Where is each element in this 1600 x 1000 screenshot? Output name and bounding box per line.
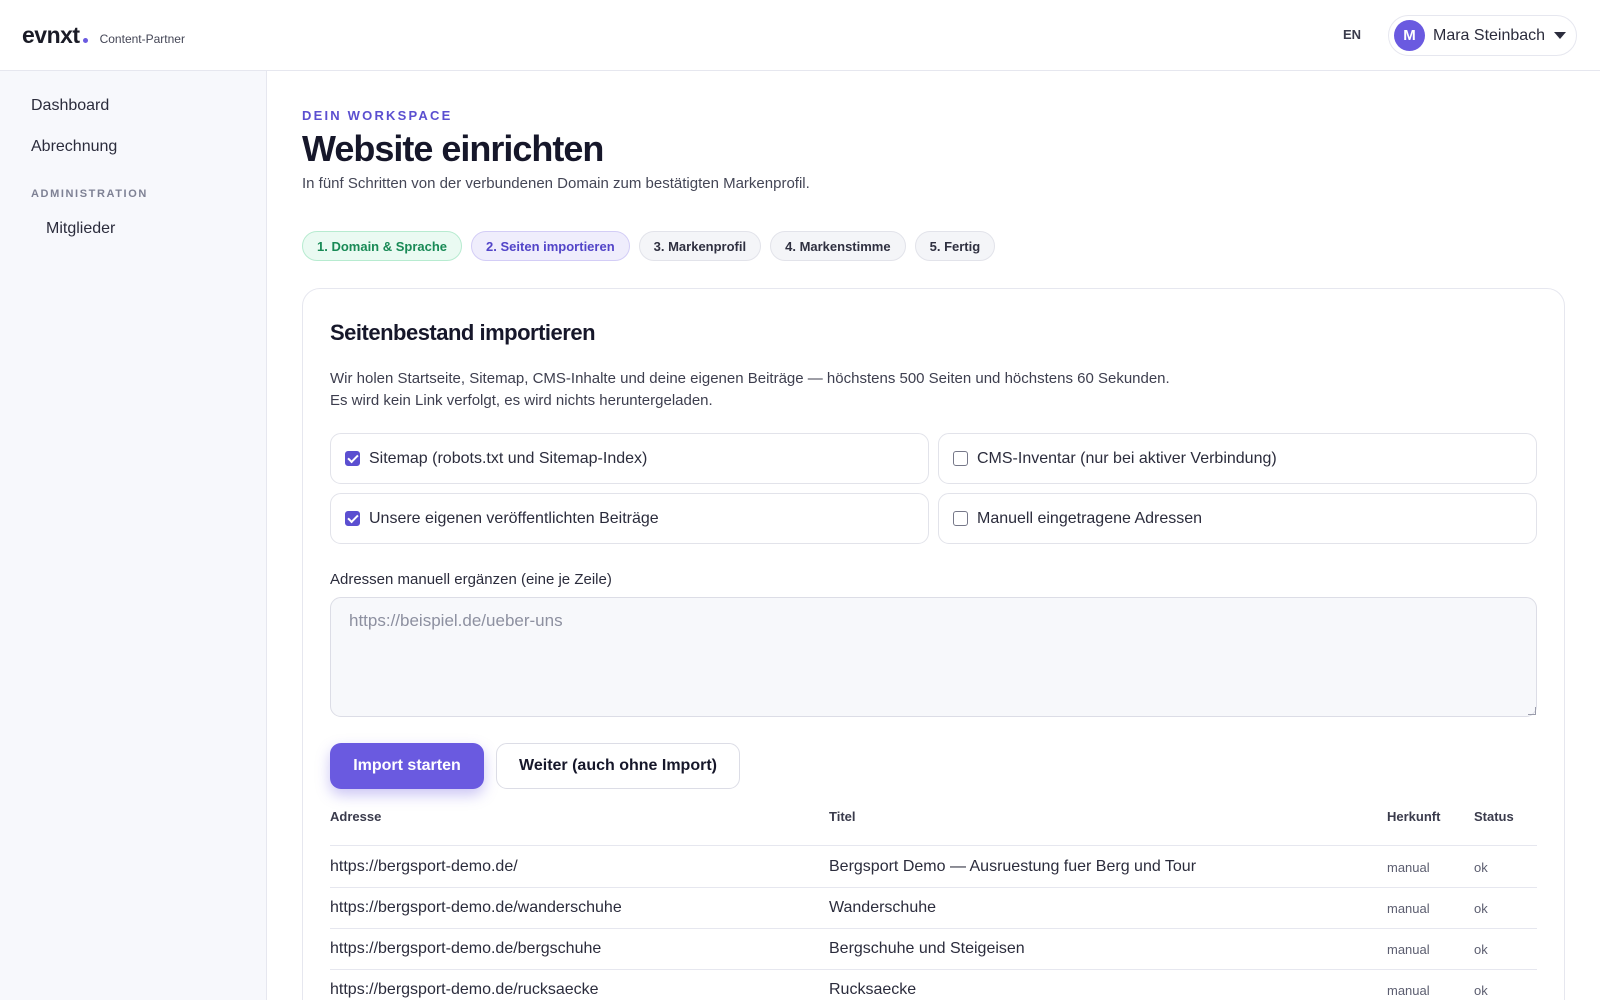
cell-origin: manual <box>1387 942 1430 957</box>
sidebar-section-administration: ADMINISTRATION <box>31 188 148 200</box>
cell-title: Rucksaecke <box>829 981 917 998</box>
option-manuelle-adressen[interactable]: Manuell eingetragene Adressen <box>938 493 1537 544</box>
column-header-status[interactable]: Status <box>1474 809 1514 824</box>
option-label: CMS-Inventar (nur bei aktiver Verbindung… <box>977 449 1277 467</box>
option-label: Sitemap (robots.txt und Sitemap-Index) <box>369 449 648 467</box>
table-row[interactable]: https://bergsport-demo.de/ Bergsport Dem… <box>330 847 1537 888</box>
manual-addresses-input[interactable] <box>330 597 1537 717</box>
table-row[interactable]: https://bergsport-demo.de/bergschuhe Ber… <box>330 929 1537 970</box>
caret-down-icon <box>1554 32 1566 39</box>
cell-title: Bergschuhe und Steigeisen <box>829 940 1025 957</box>
sidebar-item-mitglieder[interactable]: Mitglieder <box>46 220 115 238</box>
logo[interactable]: evnxt Content-Partner <box>22 22 185 49</box>
card-title: Seitenbestand importieren <box>330 320 596 345</box>
page-subtitle: In fünf Schritten von der verbundenen Do… <box>302 175 810 192</box>
step-fertig[interactable]: 5. Fertig <box>914 231 996 261</box>
option-eigene-beitraege[interactable]: Unsere eigenen veröffentlichten Beiträge <box>330 493 929 544</box>
user-name: Mara Steinbach <box>1433 26 1546 44</box>
cell-status: ok <box>1474 901 1488 916</box>
logo-subtitle: Content-Partner <box>99 32 185 46</box>
checkbox-manuelle-adressen[interactable] <box>953 511 968 526</box>
card-description: Wir holen Startseite, Sitemap, CMS-Inhal… <box>330 370 1170 409</box>
cell-address: https://bergsport-demo.de/bergschuhe <box>330 940 602 957</box>
option-cms-inventar[interactable]: CMS-Inventar (nur bei aktiver Verbindung… <box>938 433 1537 484</box>
cell-title: Bergsport Demo — Ausruestung fuer Berg u… <box>829 858 1197 875</box>
sidebar-item-dashboard[interactable]: Dashboard <box>31 97 109 115</box>
language-switch[interactable]: EN <box>1343 27 1361 42</box>
step-markenprofil[interactable]: 3. Markenprofil <box>638 231 762 261</box>
cell-status: ok <box>1474 983 1488 998</box>
column-header-adresse[interactable]: Adresse <box>330 809 381 824</box>
cell-status: ok <box>1474 942 1488 957</box>
option-label: Manuell eingetragene Adressen <box>977 509 1203 527</box>
sidebar-item-abrechnung[interactable]: Abrechnung <box>31 138 117 156</box>
checkbox-eigene-beitraege[interactable] <box>345 511 360 526</box>
cell-origin: manual <box>1387 860 1430 875</box>
table-header: Adresse Titel Herkunft Status <box>330 809 1537 846</box>
cell-title: Wanderschuhe <box>829 899 937 916</box>
column-header-herkunft[interactable]: Herkunft <box>1387 809 1440 824</box>
resize-handle-icon[interactable] <box>1528 707 1536 715</box>
logo-dot <box>82 38 88 43</box>
continue-without-import-button[interactable]: Weiter (auch ohne Import) <box>496 743 740 789</box>
cell-address: https://bergsport-demo.de/ <box>330 858 518 875</box>
sidebar: Dashboard Abrechnung ADMINISTRATION Mitg… <box>0 71 267 1000</box>
checkbox-sitemap[interactable] <box>345 451 360 466</box>
logo-wordmark: evnxt <box>22 22 80 48</box>
table-row[interactable]: https://bergsport-demo.de/wanderschuhe W… <box>330 888 1537 929</box>
step-seiten-importieren[interactable]: 2. Seiten importieren <box>471 231 630 261</box>
top-bar: evnxt Content-Partner EN M Mara Steinbac… <box>0 0 1600 71</box>
checkbox-cms-inventar[interactable] <box>953 451 968 466</box>
column-header-titel[interactable]: Titel <box>829 809 856 824</box>
page-eyebrow: DEIN WORKSPACE <box>302 108 453 123</box>
cell-address: https://bergsport-demo.de/wanderschuhe <box>330 899 622 916</box>
cell-status: ok <box>1474 860 1488 875</box>
step-markenstimme[interactable]: 4. Markenstimme <box>770 231 906 261</box>
main-content: DEIN WORKSPACE Website einrichten In fün… <box>267 71 1600 1000</box>
step-domain-sprache[interactable]: 1. Domain & Sprache <box>302 231 463 261</box>
manual-addresses-label: Adressen manuell ergänzen (eine je Zeile… <box>330 571 612 588</box>
import-card: Seitenbestand importieren Wir holen Star… <box>302 288 1565 1000</box>
cell-origin: manual <box>1387 901 1430 916</box>
cell-address: https://bergsport-demo.de/rucksaecke <box>330 981 599 998</box>
cell-origin: manual <box>1387 983 1430 998</box>
stepper: 1. Domain & Sprache 2. Seiten importiere… <box>302 231 996 261</box>
user-menu[interactable]: M Mara Steinbach <box>1388 15 1577 56</box>
table-row[interactable]: https://bergsport-demo.de/rucksaecke Ruc… <box>330 970 1537 1000</box>
option-label: Unsere eigenen veröffentlichten Beiträge <box>369 509 659 527</box>
start-import-button[interactable]: Import starten <box>330 743 484 789</box>
page-title: Website einrichten <box>302 128 604 169</box>
avatar: M <box>1394 20 1425 51</box>
option-sitemap[interactable]: Sitemap (robots.txt und Sitemap-Index) <box>330 433 929 484</box>
